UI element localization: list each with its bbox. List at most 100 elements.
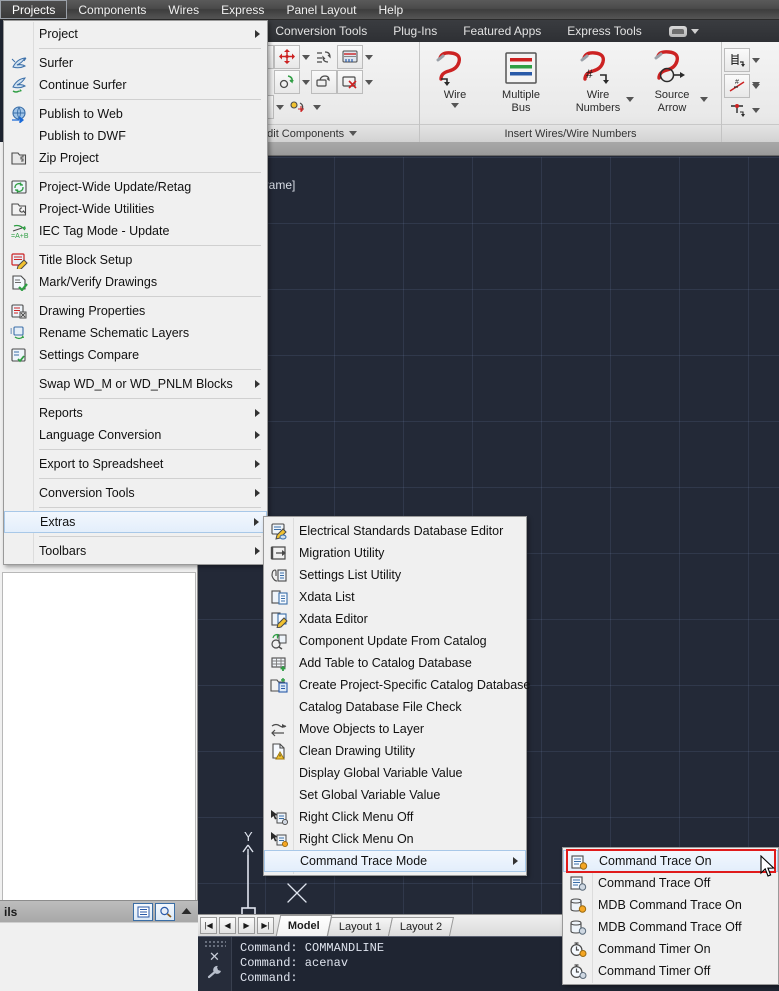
first-layout-button[interactable]: |◀	[200, 917, 217, 934]
menu-item-label: Command Timer On	[598, 942, 711, 956]
menubar-item-wires[interactable]: Wires	[157, 0, 210, 19]
submenu-item-set-global-variable-value[interactable]: Set Global Variable Value	[264, 784, 526, 806]
menu-item-publish-to-web[interactable]: Publish to Web	[4, 103, 267, 125]
move-dropdown-arrow[interactable]	[300, 45, 311, 69]
attribute-dropdown-arrow[interactable]	[274, 95, 285, 119]
submenu-item-create-project-specific-catalog-database[interactable]: Create Project-Specific Catalog Database	[264, 674, 530, 696]
trace-item-command-trace-on[interactable]: Command Trace On	[563, 850, 778, 872]
submenu-item-right-click-menu-on[interactable]: Right Click Menu On	[264, 828, 526, 850]
drag-handle-icon[interactable]	[203, 940, 226, 948]
ribbon-minimize-control[interactable]	[668, 25, 699, 37]
wire-cut-button[interactable]: #	[724, 74, 750, 98]
menu-item-project-wide-update-retag[interactable]: Project-Wide Update/Retag	[4, 176, 267, 198]
wire-tee-dropdown-arrow[interactable]	[750, 98, 761, 122]
multiple-bus-big-button[interactable]: Multiple Bus	[486, 44, 556, 114]
menubar-item-projects[interactable]: Projects	[0, 0, 68, 19]
wire-cut-dropdown-arrow[interactable]	[750, 74, 761, 98]
menubar-label: Express	[221, 2, 265, 17]
menu-item-extras[interactable]: Extras	[4, 511, 267, 533]
menubar-item-panel-layout[interactable]: Panel Layout	[275, 0, 367, 19]
menu-item-mark-verify-drawings[interactable]: Mark/Verify Drawings	[4, 271, 267, 293]
submenu-item-component-update-from-catalog[interactable]: Component Update From Catalog	[264, 630, 526, 652]
component-table-dropdown-arrow[interactable]	[363, 45, 374, 69]
submenu-item-add-table-to-catalog-database[interactable]: Add Table to Catalog Database	[264, 652, 526, 674]
layout-tab-layout2[interactable]: Layout 2	[387, 917, 455, 936]
menubar-item-components[interactable]: Components	[67, 0, 157, 19]
list-view-icon[interactable]	[133, 902, 153, 921]
ribbon-tab-plug-ins[interactable]: Plug-Ins	[380, 24, 450, 38]
menu-item-publish-to-dwf[interactable]: Publish to DWF	[4, 125, 267, 147]
prev-layout-button[interactable]: ◀	[219, 917, 236, 934]
menu-item-zip-project[interactable]: Zip Project	[4, 147, 267, 169]
wire-label: Wire	[443, 89, 467, 101]
menu-item-label: Command Trace Off	[598, 876, 711, 890]
layout-tab-model[interactable]: Model	[275, 915, 333, 936]
wrench-icon[interactable]	[207, 965, 223, 982]
move-component-button[interactable]	[274, 45, 300, 69]
submenu-item-move-objects-to-layer[interactable]: Move Objects to Layer	[264, 718, 526, 740]
menu-item-toolbars[interactable]: Toolbars	[4, 540, 267, 562]
menu-item-project[interactable]: Project	[4, 23, 267, 45]
ladder-button[interactable]	[724, 48, 750, 72]
menu-item-iec-tag-mode-update[interactable]: =A+B IEC Tag Mode - Update	[4, 220, 267, 242]
trace-item-command-timer-off[interactable]: Command Timer Off	[563, 960, 778, 982]
menu-item-continue-surfer[interactable]: Continue Surfer	[4, 74, 267, 96]
trace-item-mdb-command-trace-on[interactable]: MDB Command Trace On	[563, 894, 778, 916]
next-layout-button[interactable]: ▶	[238, 917, 255, 934]
submenu-item-display-global-variable-value[interactable]: Display Global Variable Value	[264, 762, 526, 784]
ribbon-tab-bar: port Data Conversion Tools Plug-Ins Feat…	[198, 20, 779, 42]
menu-item-reports[interactable]: Reports	[4, 402, 267, 424]
ribbon-tab-conversion-tools[interactable]: Conversion Tools	[262, 24, 380, 38]
menu-item-project-wide-utilities[interactable]: Project-Wide Utilities	[4, 198, 267, 220]
last-layout-button[interactable]: ▶|	[257, 917, 274, 934]
collapse-icon[interactable]	[178, 908, 194, 915]
submenu-item-catalog-database-file-check[interactable]: Catalog Database File Check	[264, 696, 526, 718]
trace-item-command-trace-off[interactable]: Command Trace Off	[563, 872, 778, 894]
retag-button[interactable]	[311, 70, 337, 94]
zoom-icon[interactable]	[155, 902, 175, 921]
menu-item-conversion-tools[interactable]: Conversion Tools	[4, 482, 267, 504]
trace-item-command-timer-on[interactable]: Command Timer On	[563, 938, 778, 960]
wire-big-button[interactable]: Wire	[424, 44, 486, 108]
menu-item-export-to-spreadsheet[interactable]: Export to Spreadsheet	[4, 453, 267, 475]
update-component-button[interactable]	[274, 70, 300, 94]
submenu-item-electrical-standards-database-editor[interactable]: Electrical Standards Database Editor	[264, 520, 526, 542]
menu-item-label: Display Global Variable Value	[299, 766, 463, 780]
menubar-item-help[interactable]: Help	[368, 0, 415, 19]
menu-item-language-conversion[interactable]: Language Conversion	[4, 424, 267, 446]
ladder-dropdown-arrow[interactable]	[750, 48, 761, 72]
menu-item-rename-schematic-layers[interactable]: I Rename Schematic Layers	[4, 322, 267, 344]
submenu-item-xdata-list[interactable]: Xdata List	[264, 586, 526, 608]
update-dropdown-arrow[interactable]	[300, 70, 311, 94]
viewport-top-bar	[198, 142, 779, 156]
submenu-item-clean-drawing-utility[interactable]: Clean Drawing Utility	[264, 740, 526, 762]
menu-item-settings-compare[interactable]: Settings Compare	[4, 344, 267, 366]
menu-item-drawing-properties[interactable]: Drawing Properties	[4, 300, 267, 322]
delete-query-dropdown-arrow[interactable]	[363, 70, 374, 94]
ribbon-tab-featured-apps[interactable]: Featured Apps	[450, 24, 554, 38]
component-table-button[interactable]	[337, 45, 363, 69]
settings-compare-icon	[8, 346, 30, 364]
menu-item-surfer[interactable]: Surfer	[4, 52, 267, 74]
menu-item-swap-wd-blocks[interactable]: Swap WD_M or WD_PNLM Blocks	[4, 373, 267, 395]
submenu-item-command-trace-mode[interactable]: Command Trace Mode	[264, 850, 526, 872]
menu-item-label: Component Update From Catalog	[299, 634, 487, 648]
submenu-item-xdata-editor[interactable]: Xdata Editor	[264, 608, 526, 630]
move-attribute-dropdown-arrow[interactable]	[311, 95, 322, 119]
submenu-item-settings-list-utility[interactable]: Settings List Utility	[264, 564, 526, 586]
close-icon[interactable]: ✕	[209, 950, 220, 963]
ribbon-tab-express-tools[interactable]: Express Tools	[554, 24, 654, 38]
submenu-item-right-click-menu-off[interactable]: Right Click Menu Off	[264, 806, 526, 828]
layout-tab-layout1[interactable]: Layout 1	[326, 917, 394, 936]
swap-component-button[interactable]	[311, 45, 337, 69]
trace-item-mdb-command-trace-off[interactable]: MDB Command Trace Off	[563, 916, 778, 938]
submenu-item-migration-utility[interactable]: Migration Utility	[264, 542, 526, 564]
menubar-item-express[interactable]: Express	[210, 0, 275, 19]
wire-numbers-big-button[interactable]: # Wire Numbers	[560, 44, 636, 114]
delete-query-button[interactable]	[337, 70, 363, 94]
menu-item-title-block-setup[interactable]: Title Block Setup	[4, 249, 267, 271]
move-attribute-button[interactable]	[285, 95, 311, 119]
wire-tee-button[interactable]	[724, 98, 750, 122]
source-arrow-big-button[interactable]: Source Arrow	[636, 44, 708, 114]
panel-title-insert-wires[interactable]: Insert Wires/Wire Numbers	[420, 124, 721, 142]
